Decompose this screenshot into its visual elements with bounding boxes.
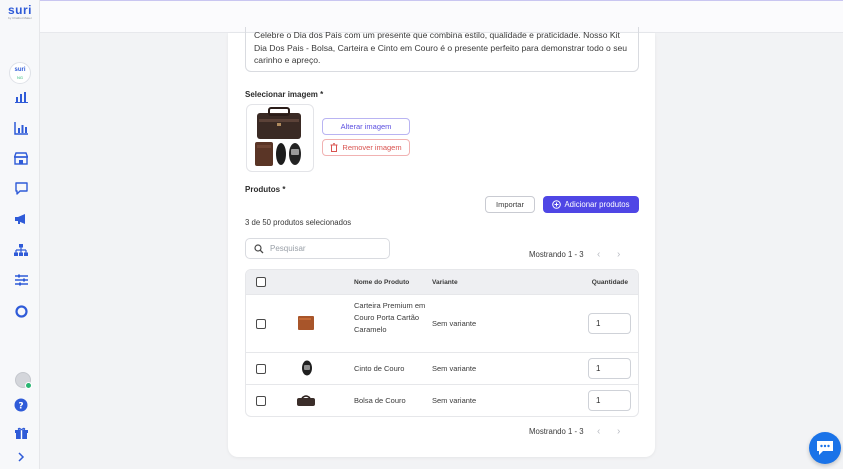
workspace-badge-sub: NG: [17, 75, 23, 80]
product-variant: Sem variante: [432, 396, 477, 405]
logo-tagline: by Chatbot Maker: [8, 16, 32, 20]
remove-image-button[interactable]: Remover imagem: [322, 139, 410, 156]
row-checkbox[interactable]: [256, 319, 266, 329]
add-products-button[interactable]: Adicionar produtos: [543, 196, 639, 213]
quantity-input[interactable]: 1: [588, 313, 631, 334]
prev-page-icon[interactable]: ‹: [594, 249, 604, 260]
product-name: Bolsa de Couro: [354, 396, 406, 405]
trash-icon: [330, 143, 338, 152]
search-box[interactable]: [245, 238, 390, 259]
pagination-top: Mostrando 1 - 3 ‹ ›: [529, 249, 624, 260]
pagination-text: Mostrando 1 - 3: [529, 250, 584, 259]
description-textarea[interactable]: Celebre o Dia dos Pais com um presente q…: [245, 27, 639, 72]
column-name-header: Nome do Produto: [354, 278, 410, 286]
megaphone-icon[interactable]: [13, 211, 29, 227]
org-chart-icon[interactable]: [13, 242, 29, 258]
chat-bubble-icon: [817, 441, 833, 455]
product-variant: Sem variante: [432, 364, 477, 373]
logo[interactable]: suri by Chatbot Maker: [6, 4, 34, 20]
workspace-badge-text: suri: [14, 67, 26, 73]
import-button[interactable]: Importar: [485, 196, 535, 213]
column-qty-header: Quantidade: [591, 278, 628, 286]
pagination-text: Mostrando 1 - 3: [529, 427, 584, 436]
ring-icon[interactable]: [13, 303, 29, 319]
analytics-icon[interactable]: [13, 120, 29, 136]
svg-text:?: ?: [18, 402, 23, 412]
table-row: Bolsa de Couro Sem variante 1: [246, 384, 638, 416]
product-image-thumbnail[interactable]: [246, 104, 314, 172]
selected-count: 3 de 50 produtos selecionados: [245, 218, 352, 227]
avatar[interactable]: [15, 372, 32, 389]
quantity-input[interactable]: 1: [588, 390, 631, 411]
gift-icon[interactable]: [13, 425, 29, 441]
products-table: Nome do Produto Variante Quantidade Cart…: [245, 269, 639, 417]
import-label: Importar: [496, 200, 524, 209]
workspace-badge[interactable]: suri NG: [9, 62, 31, 84]
product-name: Cinto de Couro: [354, 364, 405, 373]
table-row: Carteira Premium em Couro Porta Cartão C…: [246, 294, 638, 352]
next-page-icon[interactable]: ›: [614, 249, 624, 260]
row-checkbox[interactable]: [256, 396, 266, 406]
belt-thumbnail: [302, 360, 312, 376]
search-icon: [254, 243, 264, 253]
change-image-button[interactable]: Alterar imagem: [322, 118, 410, 135]
change-image-label: Alterar imagem: [340, 122, 392, 131]
help-icon[interactable]: ?: [13, 397, 29, 413]
next-page-icon[interactable]: ›: [614, 426, 624, 437]
column-variant-header: Variante: [432, 278, 458, 286]
kit-image: [255, 107, 301, 166]
online-status-dot: [25, 382, 32, 389]
products-section-label: Produtos *: [245, 185, 286, 194]
sliders-icon[interactable]: [13, 272, 29, 288]
select-all-checkbox[interactable]: [256, 277, 266, 287]
pagination-bottom: Mostrando 1 - 3 ‹ ›: [529, 426, 624, 437]
wallet-thumbnail: [298, 316, 314, 330]
chat-icon[interactable]: [13, 180, 29, 196]
support-chat-button[interactable]: [809, 432, 841, 464]
table-row: Cinto de Couro Sem variante 1: [246, 352, 638, 384]
sidebar: suri by Chatbot Maker suri NG ?: [0, 0, 40, 469]
bar-chart-icon[interactable]: [13, 89, 29, 105]
store-icon[interactable]: [13, 150, 29, 166]
image-section-label: Selecionar imagem *: [245, 90, 324, 99]
product-variant: Sem variante: [432, 319, 477, 328]
expand-icon[interactable]: [13, 449, 29, 465]
quantity-input[interactable]: 1: [588, 358, 631, 379]
plus-circle-icon: [552, 200, 562, 209]
form-card: Celebre o Dia dos Pais com um presente q…: [228, 27, 655, 457]
bag-thumbnail: [297, 395, 315, 406]
prev-page-icon[interactable]: ‹: [594, 426, 604, 437]
row-checkbox[interactable]: [256, 364, 266, 374]
remove-image-label: Remover imagem: [342, 143, 402, 152]
logo-text: suri: [7, 3, 32, 17]
search-input[interactable]: [270, 244, 380, 253]
add-products-label: Adicionar produtos: [564, 200, 630, 209]
table-header: Nome do Produto Variante Quantidade: [246, 270, 638, 294]
product-name: Carteira Premium em Couro Porta Cartão C…: [354, 301, 426, 334]
